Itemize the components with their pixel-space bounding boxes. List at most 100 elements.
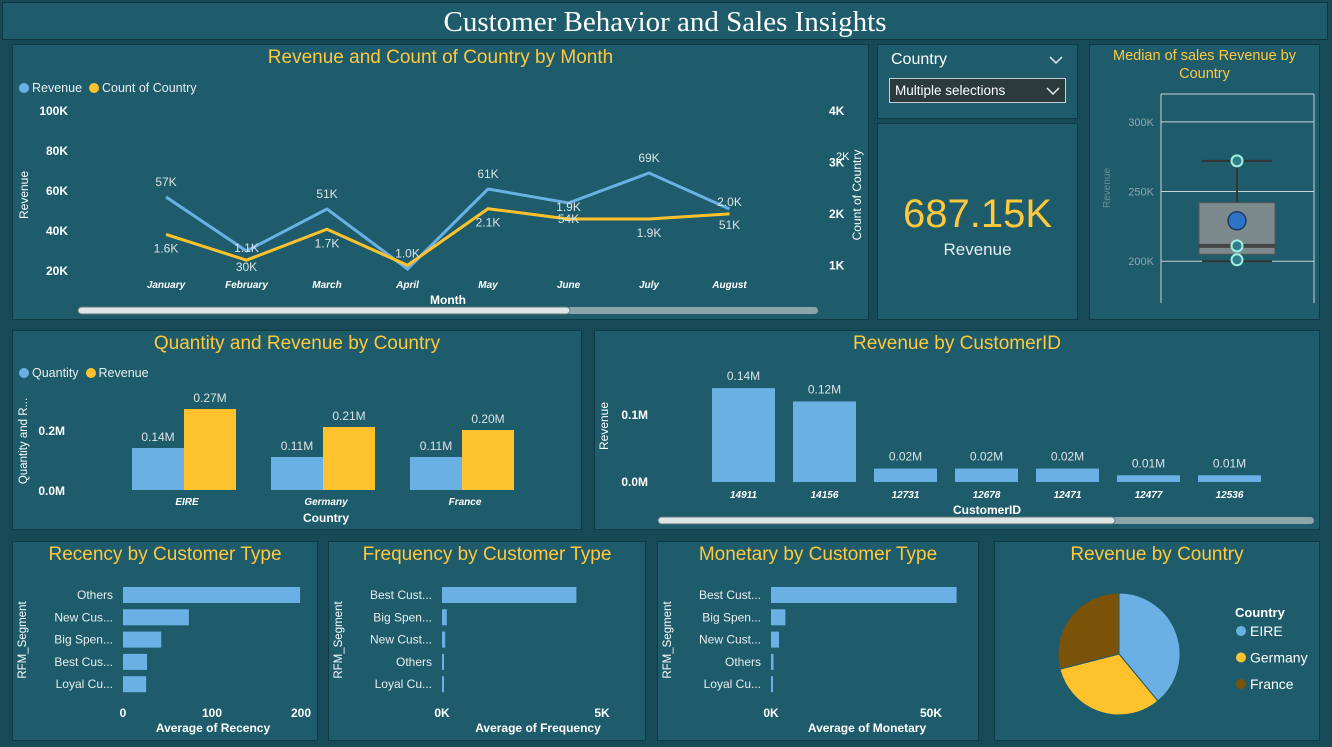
- revenue-data-label: 51K: [719, 218, 740, 232]
- revenue-data-label: 69K: [638, 151, 659, 165]
- legend-dot-icon: [1236, 679, 1246, 689]
- category-label: Big Spen...: [373, 610, 432, 624]
- y-tick-label: 100K: [39, 104, 68, 118]
- dashboard-title-bar: Customer Behavior and Sales Insights: [2, 2, 1328, 40]
- kpi-value: 687.15K: [902, 192, 1053, 236]
- legend-title: Country: [1235, 605, 1286, 620]
- y2-tick-label: 2K: [829, 207, 845, 221]
- x-axis-label: Average of Monetary: [808, 721, 927, 735]
- category-bar: [123, 653, 148, 670]
- revenue-by-customerid-panel[interactable]: Revenue by CustomerID 0.0M 0.1M Revenue 0.1…: [594, 330, 1320, 530]
- y-axis-label: RFM_Segment: [333, 601, 345, 679]
- quantity-bar: [410, 457, 462, 490]
- category-bar: [442, 587, 577, 603]
- country-slicer-dropdown[interactable]: Multiple selections: [889, 78, 1066, 103]
- x-tick-label: France: [449, 497, 482, 508]
- category-label: Others: [77, 588, 113, 602]
- horizontal-bar-chart: Best Cust... Big Spen... New Cust... Others…: [333, 587, 610, 735]
- revenue-bar: [712, 388, 775, 482]
- x-tick-label: May: [478, 280, 498, 291]
- x-tick-label: 0K: [434, 706, 450, 720]
- y-axis-label: Revenue: [17, 171, 31, 219]
- legend-label: Germany: [1250, 650, 1308, 666]
- revenue-by-country-pie-panel[interactable]: Revenue by Country Country EIRE Germany Fra…: [994, 541, 1320, 741]
- y-tick-label: 300K: [1128, 117, 1154, 129]
- x-axis-label: Month: [430, 293, 466, 307]
- bar-chart: 0.0M 0.1M Revenue 0.14M 14911 0.12M 14156 0.02M…: [597, 369, 1314, 525]
- y-tick-label: 0.0M: [38, 484, 65, 498]
- y-tick-label: 0.2M: [38, 424, 65, 438]
- count-data-label: 2.1K: [476, 216, 501, 230]
- category-bar: [771, 587, 957, 603]
- scrollbar-thumb[interactable]: [657, 516, 1116, 525]
- box-plot-chart: 200K 250K 300K Revenue: [1102, 93, 1315, 303]
- category-label: Best Cus...: [54, 655, 113, 669]
- x-tick-label: March: [312, 280, 341, 291]
- count-data-label: 2.0K: [717, 195, 742, 209]
- mean-marker: [1227, 211, 1247, 231]
- data-label: 0.11M: [420, 439, 452, 453]
- category-bar: [771, 676, 773, 693]
- revenue-bar: [1198, 475, 1261, 482]
- data-label: 0.02M: [1051, 450, 1084, 464]
- x-axis-label: CustomerID: [953, 503, 1021, 517]
- monetary-by-customer-type-panel[interactable]: Monetary by Customer Type Best Cust... Bi…: [657, 541, 979, 741]
- x-tick-label: 12477: [1135, 490, 1163, 501]
- category-label: Others: [725, 655, 761, 669]
- revenue-bar: [1117, 475, 1180, 482]
- category-label: Big Spen...: [54, 633, 113, 647]
- legend-dot-icon: [1236, 652, 1246, 663]
- category-label: New Cust...: [370, 633, 432, 647]
- median-sales-revenue-panel[interactable]: Median of sales Revenue by Country 200K 2…: [1089, 44, 1320, 320]
- category-bar: [771, 653, 774, 670]
- x-tick-label: June: [557, 280, 581, 291]
- horizontal-bar-chart: Others New Cus... Big Spen... Best Cus... Lo…: [17, 587, 311, 735]
- data-label: 0.02M: [970, 450, 1003, 464]
- revenue-data-label: 30K: [236, 260, 257, 274]
- y-tick-label: 0.1M: [621, 408, 648, 422]
- x-tick-label: 12678: [973, 490, 1001, 501]
- revenue-bar: [462, 430, 514, 490]
- data-label: 0.14M: [141, 430, 174, 444]
- y2-axis-label: Count of Country: [850, 150, 864, 241]
- recency-by-customer-type-panel[interactable]: Recency by Customer Type Others New Cus..…: [12, 541, 318, 741]
- category-label: Best Cust...: [699, 588, 761, 602]
- revenue-bar: [793, 401, 856, 482]
- count-data-label: 1.9K: [637, 226, 662, 240]
- x-tick-label: 14911: [730, 490, 758, 501]
- category-bar: [123, 676, 147, 693]
- data-label: 0.01M: [1132, 456, 1165, 470]
- revenue-data-label: 57K: [155, 175, 176, 189]
- horizontal-bar-chart: Best Cust... Big Spen... New Cust... Others…: [662, 587, 957, 735]
- line-chart: 20K40K60K80K100K1K2K3K4KRevenue Count of …: [17, 104, 864, 315]
- count-data-label: 1.7K: [315, 236, 340, 250]
- category-bar: [442, 676, 444, 693]
- data-point: [1230, 154, 1244, 168]
- count-data-label: 1.1K: [234, 241, 259, 255]
- revenue-kpi-card: 687.15K Revenue: [877, 123, 1078, 320]
- y-axis-label: Quantity and R...: [18, 398, 30, 484]
- y2-tick-label: 4K: [829, 104, 845, 118]
- category-bar: [771, 609, 786, 626]
- country-slicer-panel: Country Multiple selections: [877, 44, 1078, 119]
- frequency-by-customer-type-panel[interactable]: Frequency by Customer Type Best Cust... B…: [328, 541, 646, 741]
- grouped-bar-chart: 0.0M 0.2M Quantity and R... 0.14M 0.27M EIRE 0…: [18, 391, 514, 525]
- x-tick-label: EIRE: [175, 497, 199, 508]
- revenue-count-by-month-panel[interactable]: Revenue and Count of Country by Month Re…: [12, 44, 869, 320]
- y-tick-label: 0.0M: [621, 475, 648, 489]
- x-tick-label: February: [225, 280, 268, 291]
- y-axis-label: Revenue: [1102, 168, 1113, 208]
- quantity-revenue-by-country-panel[interactable]: Quantity and Revenue by Country Quantity…: [12, 330, 582, 530]
- legend-label: France: [1250, 676, 1294, 692]
- scrollbar-thumb[interactable]: [77, 306, 571, 315]
- x-tick-label: 12471: [1054, 490, 1082, 501]
- category-label: Others: [396, 655, 432, 669]
- data-point: [1230, 253, 1244, 267]
- x-tick-label: 12731: [892, 490, 920, 501]
- data-label: 0.02M: [889, 450, 922, 464]
- x-tick-label: 100: [202, 706, 222, 720]
- y-tick-label: 250K: [1128, 187, 1154, 199]
- x-axis-label: Average of Frequency: [475, 721, 601, 735]
- x-tick-label: 50K: [920, 706, 942, 720]
- category-label: Loyal Cu...: [704, 677, 761, 691]
